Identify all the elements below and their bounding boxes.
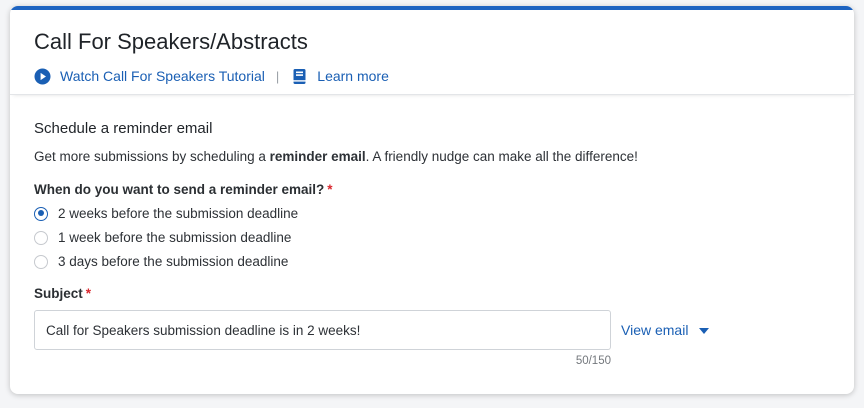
subject-input[interactable] <box>34 310 611 350</box>
section-title: Schedule a reminder email <box>34 120 213 137</box>
required-asterisk: * <box>85 286 92 301</box>
view-email-toggle[interactable]: View email <box>621 322 710 338</box>
radio-button[interactable] <box>34 254 48 269</box>
reminder-question-label: When do you want to send a reminder emai… <box>34 182 333 197</box>
call-for-speakers-card: Call For Speakers/Abstracts Watch Call F… <box>10 6 854 394</box>
header-links: Watch Call For Speakers Tutorial | Learn… <box>34 66 389 86</box>
subject-label: Subject * <box>34 286 91 301</box>
learn-more-link[interactable]: Learn more <box>291 68 389 85</box>
required-asterisk: * <box>327 182 333 197</box>
subject-label-text: Subject <box>34 286 83 301</box>
book-icon <box>291 68 308 85</box>
reminder-option-2-weeks[interactable]: 2 weeks before the submission deadline <box>34 206 298 221</box>
reminder-option-label: 3 days before the submission deadline <box>58 254 289 269</box>
description-text-end: . A friendly nudge can make all the diff… <box>365 149 638 164</box>
view-email-label: View email <box>621 322 689 338</box>
learn-more-label: Learn more <box>317 68 389 84</box>
section-description: Get more submissions by scheduling a rem… <box>34 149 638 164</box>
page-header: Call For Speakers/Abstracts Watch Call F… <box>10 10 854 95</box>
reminder-option-3-days[interactable]: 3 days before the submission deadline <box>34 254 288 269</box>
radio-button-selected[interactable] <box>34 206 48 221</box>
reminder-question-text: When do you want to send a reminder emai… <box>34 182 325 197</box>
page-title: Call For Speakers/Abstracts <box>34 29 308 54</box>
play-circle-icon <box>34 68 51 85</box>
character-counter: 50/150 <box>575 355 611 367</box>
reminder-option-label: 1 week before the submission deadline <box>58 230 292 245</box>
reminder-option-label: 2 weeks before the submission deadline <box>58 206 299 221</box>
description-bold-text: reminder email <box>269 149 366 164</box>
reminder-option-1-week[interactable]: 1 week before the submission deadline <box>34 230 291 245</box>
tutorial-link-label: Watch Call For Speakers Tutorial <box>60 68 265 84</box>
link-separator: | <box>275 68 280 84</box>
description-text-start: Get more submissions by scheduling a <box>34 149 270 164</box>
tutorial-link[interactable]: Watch Call For Speakers Tutorial <box>34 68 265 85</box>
caret-down-icon <box>699 328 710 334</box>
radio-button[interactable] <box>34 230 48 245</box>
